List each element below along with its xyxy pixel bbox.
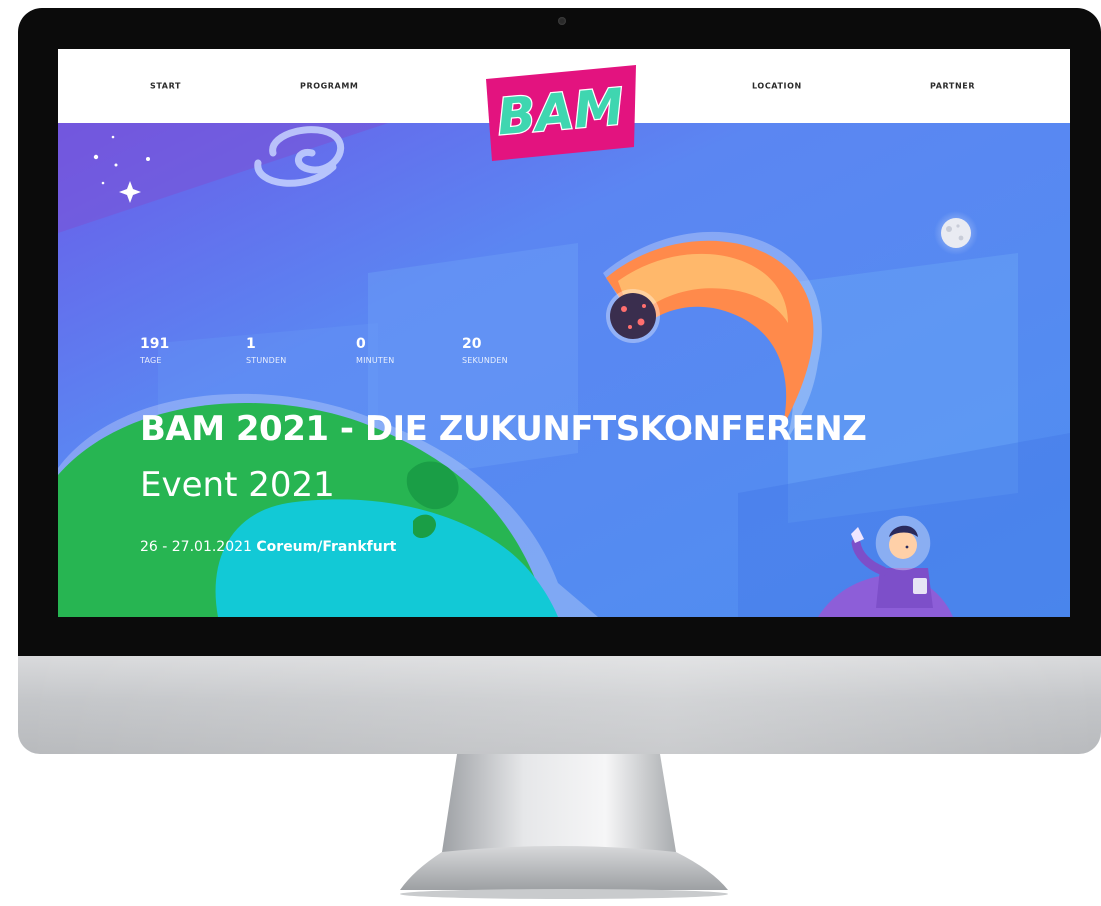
countdown-days-value: 191 xyxy=(140,336,170,352)
countdown-minutes: 0 MINUTEN xyxy=(356,336,394,365)
countdown-seconds-label: SEKUNDEN xyxy=(462,356,508,365)
hero-title: BAM 2021 - DIE ZUKUNFTSKONFERENZ xyxy=(140,409,867,449)
logo-text: BAM xyxy=(495,78,626,147)
countdown-days: 191 TAGE xyxy=(140,336,169,365)
countdown-timer: 191 TAGE 1 STUNDEN 0 MINUTEN 20 SEKUNDEN xyxy=(140,336,560,376)
monitor-chin xyxy=(18,656,1101,754)
countdown-seconds: 20 SEKUNDEN xyxy=(462,336,508,365)
hero-subtitle: Event 2021 xyxy=(140,465,335,505)
countdown-hours-label: STUNDEN xyxy=(246,356,287,365)
webcam xyxy=(558,17,566,25)
event-date: 26 - 27.01.2021 xyxy=(140,539,252,555)
bam-logo[interactable]: BAM xyxy=(482,63,640,161)
countdown-hours-value: 1 xyxy=(246,336,256,352)
nav-start[interactable]: START xyxy=(150,82,181,91)
moon-icon xyxy=(934,211,978,255)
countdown-hours: 1 STUNDEN xyxy=(246,336,286,365)
countdown-days-label: TAGE xyxy=(140,356,162,365)
countdown-seconds-value: 20 xyxy=(462,336,482,352)
event-location: Coreum/Frankfurt xyxy=(256,539,397,555)
nav-partner[interactable]: PARTNER xyxy=(930,82,975,91)
countdown-minutes-label: MINUTEN xyxy=(356,356,395,365)
nav-location[interactable]: LOCATION xyxy=(752,82,802,91)
event-date-location: 26 - 27.01.2021 Coreum/Frankfurt xyxy=(140,539,396,555)
nav-programm[interactable]: PROGRAMM xyxy=(300,82,358,91)
website-screen: START PROGRAMM LOCATION PARTNER BAM 191 … xyxy=(58,49,1070,617)
countdown-minutes-value: 0 xyxy=(356,336,366,352)
